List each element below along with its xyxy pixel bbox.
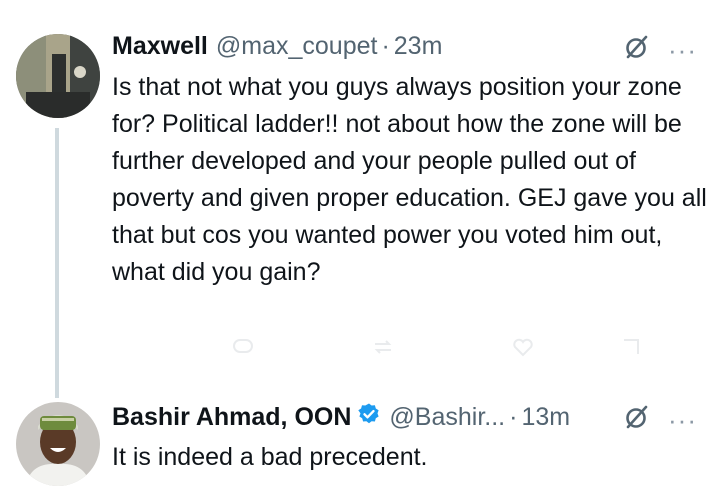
verified-badge-icon bbox=[357, 402, 381, 433]
reply-icon[interactable] bbox=[232, 336, 254, 358]
tweet-text: It is indeed a bad precedent. bbox=[112, 443, 428, 471]
avatar[interactable] bbox=[16, 34, 100, 118]
avatar[interactable] bbox=[16, 402, 100, 486]
grok-icon[interactable] bbox=[624, 34, 650, 65]
timestamp[interactable]: 23m bbox=[394, 32, 443, 61]
grok-icon[interactable] bbox=[624, 404, 650, 435]
thread-line bbox=[55, 128, 59, 398]
retweet-icon[interactable] bbox=[372, 336, 394, 358]
more-icon[interactable]: ··· bbox=[668, 407, 697, 433]
tweet-text: Is that not what you guys always positio… bbox=[112, 73, 707, 286]
author-handle[interactable]: @max_coupet bbox=[216, 32, 378, 61]
separator-dot: · bbox=[381, 32, 390, 60]
tweet-actions-top: ··· bbox=[624, 404, 697, 435]
tweet-header: Bashir Ahmad, OON @Bashir... · 13m bbox=[112, 402, 570, 433]
tweet-actions-top: ··· bbox=[624, 34, 697, 65]
author-handle[interactable]: @Bashir... bbox=[389, 403, 505, 432]
timestamp[interactable]: 13m bbox=[521, 403, 570, 432]
tweet-1[interactable]: Maxwell @max_coupet · 23m ··· Is that no… bbox=[0, 0, 720, 398]
action-row-faint bbox=[112, 328, 672, 368]
author-name[interactable]: Maxwell bbox=[112, 32, 208, 61]
separator-dot: · bbox=[509, 403, 518, 431]
like-icon[interactable] bbox=[512, 336, 534, 358]
more-icon[interactable]: ··· bbox=[668, 37, 697, 63]
author-name[interactable]: Bashir Ahmad, OON bbox=[112, 403, 351, 432]
tweet-2[interactable]: Bashir Ahmad, OON @Bashir... · 13m ··· I… bbox=[0, 390, 720, 487]
tweet-header: Maxwell @max_coupet · 23m bbox=[112, 32, 442, 61]
share-icon[interactable] bbox=[620, 336, 642, 358]
